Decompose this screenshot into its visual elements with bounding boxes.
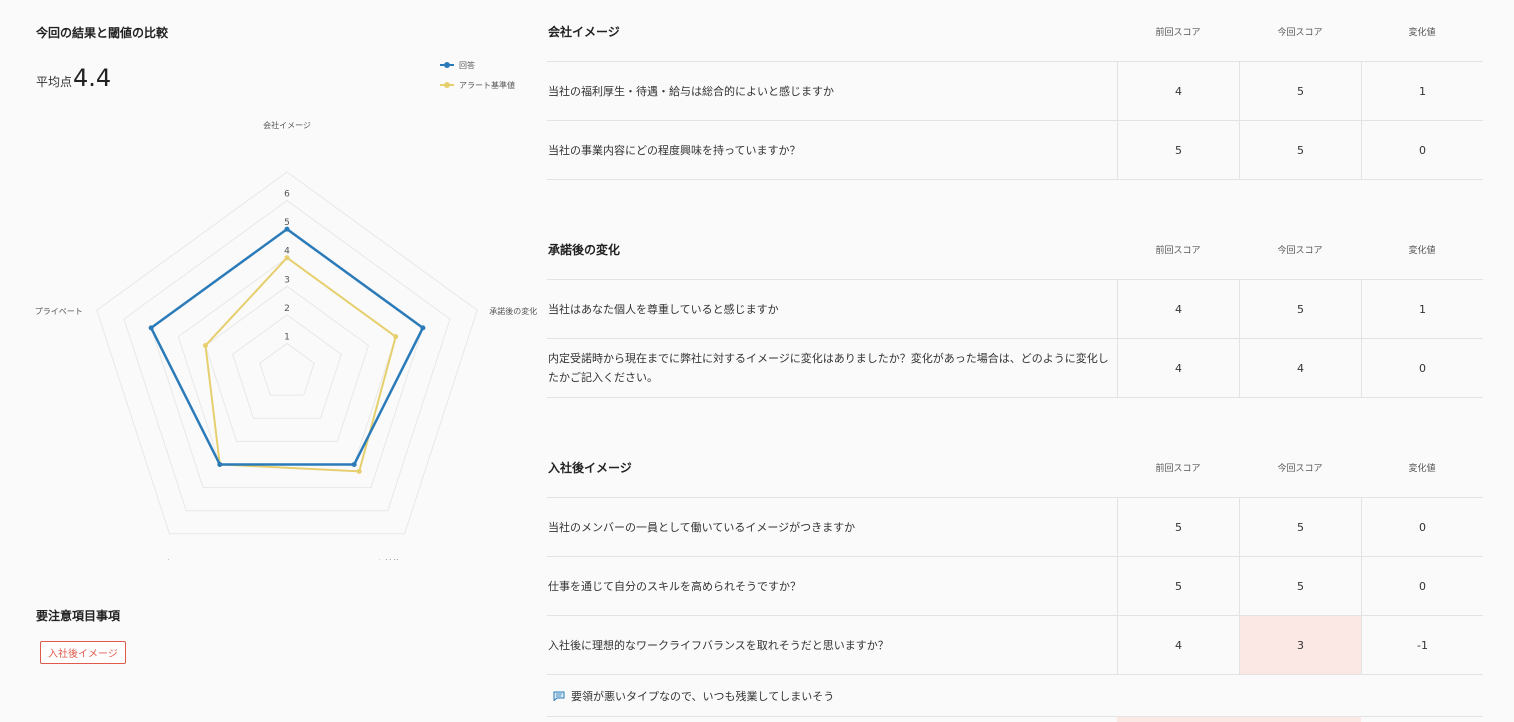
radar-data-point (217, 461, 223, 467)
section-title: 会社イメージ (548, 25, 620, 39)
question-text: 当社の事業内容にどの程度興味を持っていますか？ (548, 143, 801, 157)
prev-score: 4 (1117, 339, 1239, 397)
comment-icon (553, 691, 565, 701)
question-text: 当社はあなた個人を尊重していると感じますか (548, 302, 779, 316)
radar-chart: 1 2 3 4 5 6 会社イメージ承諾後の変化入社後イメージコミュニケーション プライベート (35, 120, 537, 560)
col-header-prev: 前回スコア (1155, 464, 1201, 474)
radar-grid-ring (232, 314, 342, 419)
curr-score: 5 (1239, 62, 1361, 120)
change-value: 0 (1361, 121, 1483, 179)
radar-grid-ring (259, 342, 315, 396)
table-row: 当社の福利厚生・待遇・給与は総合的によいと感じますか 4 5 1 (547, 62, 1483, 121)
curr-score: 5 (1239, 557, 1361, 615)
legend-item-alert[interactable]: アラート基準値 (440, 80, 515, 90)
table-row-alert: 入社後に理想的なワークライフバランスを取れそうだと思いますか？ 4 3 -1 (547, 616, 1483, 675)
col-header-change: 変化値 (1408, 464, 1436, 474)
warning-title: 要注意項目事項 (36, 609, 121, 623)
col-header-prev: 前回スコア (1155, 28, 1201, 38)
change-value: -1 (1361, 616, 1483, 674)
comment-row: 要領が悪いタイプなので、いつも残業してしまいそう (547, 675, 1483, 717)
section-header: 承諾後の変化 前回スコア 今回スコア 変化値 (547, 218, 1483, 280)
change-value: 0 (1361, 498, 1483, 556)
radar-data-point (284, 255, 290, 261)
col-header-change: 変化値 (1408, 246, 1436, 256)
question-text: 当社のメンバーの一員として働いているイメージがつきますか (548, 520, 856, 534)
radar-tick-label: 5 (284, 218, 290, 228)
radar-data-point (356, 468, 362, 474)
change-value: 0 (1361, 339, 1483, 397)
section-post-joining-image: 入社後イメージ 前回スコア 今回スコア 変化値 当社のメンバーの一員として働いて… (547, 436, 1483, 722)
radar-tick-label: 3 (284, 275, 290, 285)
average-value: 4.4 (73, 64, 112, 92)
chart-legend: 回答 アラート基準値 (440, 60, 515, 100)
section-company-image: 会社イメージ 前回スコア 今回スコア 変化値 当社の福利厚生・待遇・給与は総合的… (547, 0, 1483, 180)
radar-series-line (149, 227, 425, 466)
radar-tick-label: 4 (284, 247, 290, 257)
radar-axis-label: コミュニケーション (134, 559, 206, 560)
table-row: 当社の事業内容にどの程度興味を持っていますか？ 5 5 0 (547, 121, 1483, 180)
prev-score: 5 (1117, 557, 1239, 615)
section-post-acceptance: 承諾後の変化 前回スコア 今回スコア 変化値 当社はあなた個人を尊重していると感… (547, 218, 1483, 398)
table-row: 当社のメンバーの一員として働いているイメージがつきますか 5 5 0 (547, 498, 1483, 557)
section-header: 入社後イメージ 前回スコア 今回スコア 変化値 (547, 436, 1483, 498)
curr-score-alert: 3 (1239, 616, 1361, 674)
table-row: 内定受諾時から現在までに弊社に対するイメージに変化はありましたか？変化があった場… (547, 339, 1483, 398)
question-text: 仕事を通じて自分のスキルを高められそうですか？ (548, 579, 801, 593)
radar-axis-label: プライベート (35, 307, 83, 316)
table-row: 仕事を通じて自分のスキルを高められそうですか？ 5 5 0 (547, 557, 1483, 616)
col-header-change: 変化値 (1408, 28, 1436, 38)
chart-section-title: 今回の結果と閾値の比較 (36, 26, 169, 40)
average-score: 平均点 4.4 (36, 64, 111, 92)
change-value: 1 (1361, 280, 1483, 338)
prev-score: 4 (1117, 62, 1239, 120)
curr-score: 5 (1239, 121, 1361, 179)
radar-data-point (420, 325, 426, 331)
table-row: 当社はあなた個人を尊重していると感じますか 4 5 1 (547, 280, 1483, 339)
change-value: 0 (1361, 557, 1483, 615)
radar-tick-label: 2 (284, 304, 290, 314)
radar-tick-label: 6 (284, 190, 290, 200)
col-header-prev: 前回スコア (1155, 246, 1201, 256)
section-title: 入社後イメージ (548, 461, 632, 475)
prev-score: 5 (1117, 498, 1239, 556)
curr-score: 5 (1239, 280, 1361, 338)
radar-data-point (393, 334, 399, 340)
radar-axis-label: 承諾後の変化 (489, 306, 537, 316)
radar-tick-label: 1 (284, 332, 290, 342)
col-header-curr: 今回スコア (1277, 246, 1323, 256)
section-header: 会社イメージ 前回スコア 今回スコア 変化値 (547, 0, 1483, 62)
legend-swatch-alert (440, 80, 454, 90)
table-row-partial (547, 717, 1483, 722)
radar-data-point (284, 226, 290, 232)
col-header-curr: 今回スコア (1277, 464, 1323, 474)
curr-score: 4 (1239, 339, 1361, 397)
prev-score: 4 (1117, 616, 1239, 674)
radar-data-point (202, 343, 208, 349)
prev-score: 4 (1117, 280, 1239, 338)
legend-item-answer[interactable]: 回答 (440, 60, 515, 70)
radar-axis-label: 入社後イメージ (377, 558, 433, 560)
comment-text: 要領が悪いタイプなので、いつも残業してしまいそう (571, 689, 835, 703)
average-label: 平均点 (36, 75, 73, 89)
legend-swatch-answer (440, 60, 454, 70)
left-panel: 今回の結果と閾値の比較 平均点 4.4 回答 アラート基準値 1 2 3 4 5 6 会社イ… (0, 0, 540, 722)
question-text: 内定受諾時から現在までに弊社に対するイメージに変化はありましたか？変化があった場… (548, 352, 1109, 384)
legend-label-answer: 回答 (459, 60, 475, 70)
section-title: 承諾後の変化 (548, 243, 621, 257)
radar-data-point (351, 461, 357, 467)
curr-score: 5 (1239, 498, 1361, 556)
change-value: 1 (1361, 62, 1483, 120)
radar-axis-label: 会社イメージ (263, 120, 311, 130)
col-header-curr: 今回スコア (1277, 28, 1323, 38)
prev-score: 5 (1117, 121, 1239, 179)
radar-grid-ring (150, 228, 424, 489)
question-text: 当社の福利厚生・待遇・給与は総合的によいと感じますか (548, 84, 834, 98)
warning-tag[interactable]: 入社後イメージ (40, 641, 126, 664)
question-text: 入社後に理想的なワークライフバランスを取れそうだと思いますか？ (548, 638, 889, 652)
legend-label-alert: アラート基準値 (459, 80, 515, 90)
radar-data-point (148, 325, 154, 331)
